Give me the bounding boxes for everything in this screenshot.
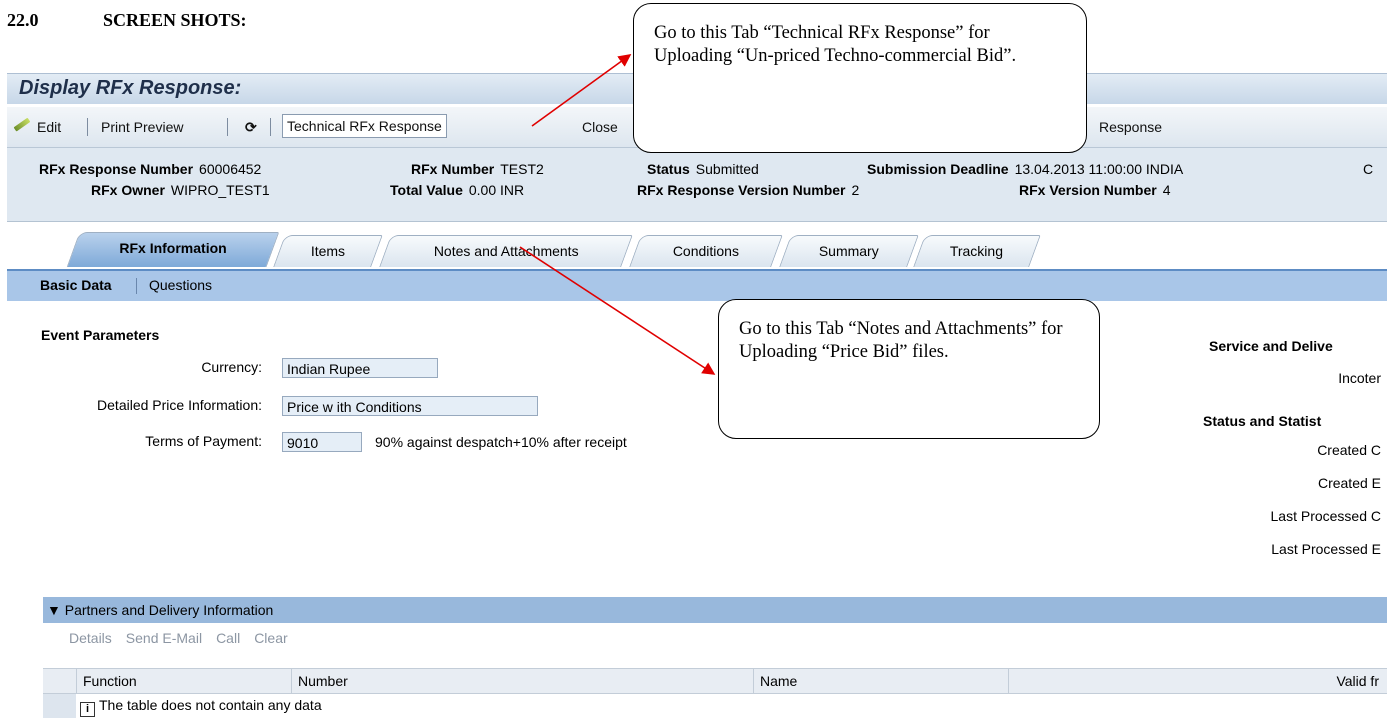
arrow-to-technical-callout <box>531 54 632 127</box>
arrow-to-notes-callout <box>519 246 716 375</box>
annotation-arrows <box>519 54 716 375</box>
